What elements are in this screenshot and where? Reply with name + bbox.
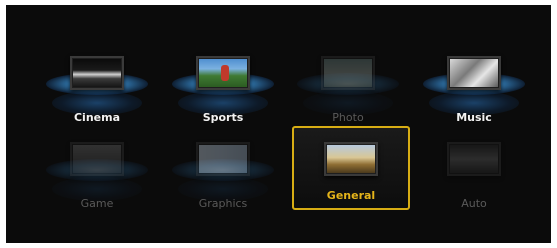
mode-label: Graphics xyxy=(198,197,248,210)
mode-label: General xyxy=(326,189,376,202)
tv-graphics-icon xyxy=(196,142,250,176)
mode-grid: Cinema Sports Photo Music Game Graphics … xyxy=(6,5,551,243)
mode-tile-auto[interactable]: Auto xyxy=(419,133,529,215)
mode-tile-sports[interactable]: Sports xyxy=(168,47,278,129)
mode-label: Sports xyxy=(202,111,244,124)
mode-tile-game[interactable]: Game xyxy=(42,133,152,215)
mode-tile-photo[interactable]: Photo xyxy=(293,47,403,129)
tv-cinema-icon xyxy=(70,56,124,90)
tv-game-icon xyxy=(70,142,124,176)
mode-label: Music xyxy=(456,111,492,124)
tv-general-icon xyxy=(324,142,378,176)
mode-tile-general[interactable]: General xyxy=(292,126,410,210)
picture-mode-menu: Cinema Sports Photo Music Game Graphics … xyxy=(6,5,551,243)
mode-tile-cinema[interactable]: Cinema xyxy=(42,47,152,129)
mode-label: Auto xyxy=(461,197,487,210)
mode-tile-music[interactable]: Music xyxy=(419,47,529,129)
tv-sports-icon xyxy=(196,56,250,90)
mode-label: Photo xyxy=(332,111,364,124)
tv-auto-icon xyxy=(447,142,501,176)
tv-music-icon xyxy=(447,56,501,90)
tv-photo-icon xyxy=(321,56,375,90)
mode-label: Game xyxy=(80,197,114,210)
mode-label: Cinema xyxy=(73,111,121,124)
mode-tile-graphics[interactable]: Graphics xyxy=(168,133,278,215)
